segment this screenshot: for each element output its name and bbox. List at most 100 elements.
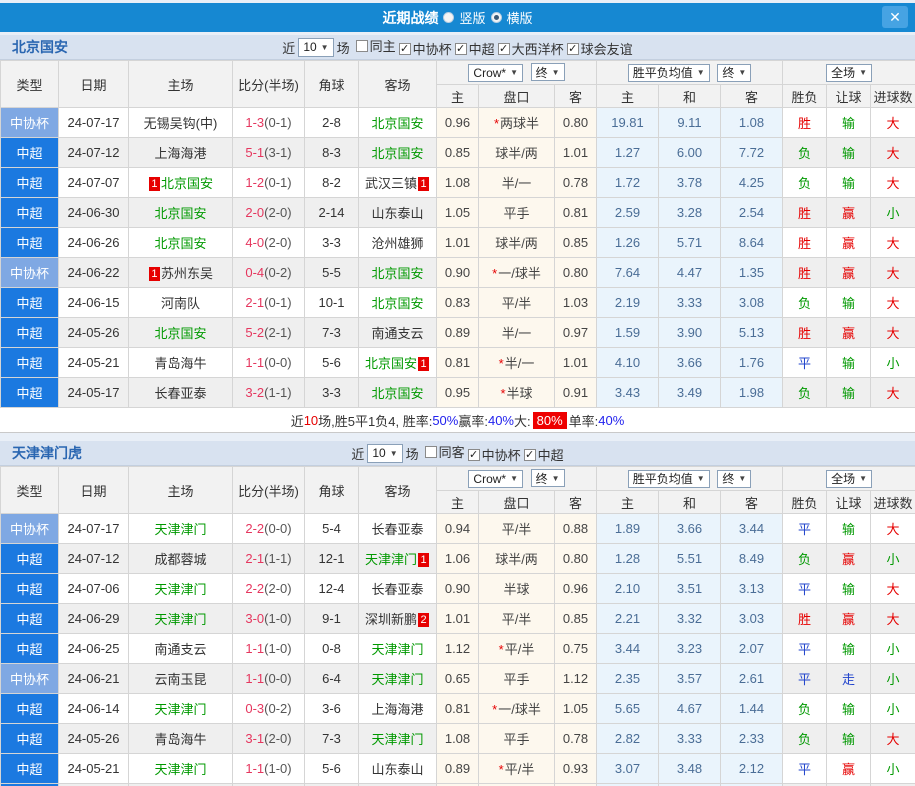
mean-away: 7.72 — [721, 138, 783, 168]
checkbox[interactable]: ✓ — [399, 43, 411, 55]
handicap-text: 半/一 — [502, 176, 532, 191]
mean-time-select[interactable]: 终▼ — [717, 64, 751, 82]
team-label: 北京国安 — [154, 326, 206, 341]
mean-home: 1.26 — [597, 228, 659, 258]
team-label: 北京国安 — [154, 206, 206, 221]
handicap-text: 平/半 — [505, 642, 535, 657]
filter-option[interactable]: 同主 — [356, 36, 396, 55]
filter-option[interactable]: ✓中超 — [524, 445, 564, 464]
mean-time-select[interactable]: 终▼ — [717, 470, 751, 488]
mean-away: 8.64 — [721, 228, 783, 258]
checkbox[interactable] — [356, 40, 368, 52]
crown-handicap: 半/一 — [479, 318, 555, 348]
crown-home-odds: 0.89 — [437, 754, 479, 784]
asterisk-mark: * — [492, 702, 497, 717]
sub-header-handicap-result: 让球 — [827, 85, 871, 108]
checkbox[interactable]: ✓ — [567, 43, 579, 55]
corner-cell: 5-5 — [305, 258, 359, 288]
radio-horizontal-label[interactable]: 横版 — [507, 8, 533, 27]
checkbox[interactable]: ✓ — [498, 43, 510, 55]
sub-header-result: 胜负 — [783, 85, 827, 108]
crown-away-odds: 0.91 — [555, 378, 597, 408]
crown-handicap: *两球半 — [479, 108, 555, 138]
corner-cell: 3-3 — [305, 378, 359, 408]
filter-option[interactable]: ✓中协杯 — [468, 445, 521, 464]
bookmaker-select[interactable]: Crow*▼ — [468, 64, 523, 82]
section-divider — [0, 433, 915, 438]
score-cell: 3-2(1-1) — [233, 378, 305, 408]
col-header-date: 日期 — [59, 467, 129, 514]
mean-away: 2.54 — [721, 198, 783, 228]
goals-cell: 大 — [871, 138, 915, 168]
odds-time-select[interactable]: 终▼ — [531, 469, 565, 487]
bookmaker-select[interactable]: Crow*▼ — [468, 470, 523, 488]
filter-option[interactable]: ✓大西洋杯 — [498, 39, 564, 58]
checkbox[interactable]: ✓ — [455, 43, 467, 55]
result-cell: 胜 — [783, 108, 827, 138]
mean-away: 2.33 — [721, 724, 783, 754]
handicap-result-cell: 赢 — [827, 604, 871, 634]
result-cell: 胜 — [783, 258, 827, 288]
radio-horizontal-layout[interactable] — [491, 12, 502, 23]
filter-option-label: 球会友谊 — [581, 39, 633, 58]
filter-option[interactable]: ✓中超 — [455, 39, 495, 58]
filter-option-label: 中超 — [538, 445, 564, 464]
odds-time-select[interactable]: 终▼ — [531, 63, 565, 81]
fulltime-score: 3-0 — [245, 611, 264, 626]
result-cell: 平 — [783, 754, 827, 784]
checkbox[interactable] — [425, 446, 437, 458]
match-count-select[interactable]: 10 ▼ — [367, 444, 402, 463]
result-cell: 平 — [783, 348, 827, 378]
crown-away-odds: 0.88 — [555, 514, 597, 544]
radio-vertical-label[interactable]: 竖版 — [459, 8, 485, 27]
date-cell: 24-07-17 — [59, 108, 129, 138]
crown-home-odds: 1.08 — [437, 724, 479, 754]
sub-header-mean-away: 客 — [721, 85, 783, 108]
corner-cell: 6-4 — [305, 664, 359, 694]
crown-away-odds: 0.80 — [555, 258, 597, 288]
result-cell: 负 — [783, 724, 827, 754]
away-team: 长春亚泰 — [359, 574, 437, 604]
scope-select[interactable]: 全场▼ — [826, 64, 872, 82]
crown-handicap: 平/半 — [479, 514, 555, 544]
halftime-score: (1-1) — [264, 551, 291, 566]
team-label: 南通支云 — [371, 326, 423, 341]
mean-home: 2.59 — [597, 198, 659, 228]
halftime-score: (0-0) — [264, 521, 291, 536]
close-icon[interactable]: ✕ — [882, 6, 908, 28]
radio-vertical-layout[interactable] — [443, 12, 454, 23]
col-header-corner: 角球 — [305, 467, 359, 514]
competition-type: 中超 — [1, 348, 59, 378]
filter-option[interactable]: 同客 — [425, 442, 465, 461]
fulltime-score: 1-1 — [245, 641, 264, 656]
mean-select-group: 胜平负均值▼ 终▼ — [597, 61, 783, 85]
crown-away-odds: 0.75 — [555, 634, 597, 664]
scope-select-value: 全场 — [831, 64, 855, 81]
home-team: 天津津门 — [129, 754, 233, 784]
crown-home-odds: 0.96 — [437, 108, 479, 138]
col-header-away: 客场 — [359, 61, 437, 108]
match-count-select[interactable]: 10 ▼ — [298, 38, 333, 57]
handicap-text: 一/球半 — [498, 266, 541, 281]
crown-handicap: 平手 — [479, 198, 555, 228]
filter-option[interactable]: ✓球会友谊 — [567, 39, 633, 58]
home-team: 天津津门 — [129, 514, 233, 544]
mean-type-select[interactable]: 胜平负均值▼ — [628, 64, 710, 82]
competition-type: 中超 — [1, 694, 59, 724]
crown-home-odds: 0.89 — [437, 318, 479, 348]
handicap-result-cell: 赢 — [827, 258, 871, 288]
halftime-score: (1-0) — [264, 641, 291, 656]
handicap-result-cell: 赢 — [827, 754, 871, 784]
fulltime-score: 2-1 — [245, 295, 264, 310]
score-cell: 0-3(0-2) — [233, 694, 305, 724]
handicap-result-cell: 输 — [827, 168, 871, 198]
checkbox[interactable]: ✓ — [468, 449, 480, 461]
scope-select[interactable]: 全场▼ — [826, 470, 872, 488]
score-cell: 0-4(0-2) — [233, 258, 305, 288]
halftime-score: (3-1) — [264, 145, 291, 160]
home-team: 长春亚泰 — [129, 378, 233, 408]
checkbox[interactable]: ✓ — [524, 449, 536, 461]
filter-option[interactable]: ✓中协杯 — [399, 39, 452, 58]
mean-type-select[interactable]: 胜平负均值▼ — [628, 470, 710, 488]
home-team: 天津津门 — [129, 604, 233, 634]
